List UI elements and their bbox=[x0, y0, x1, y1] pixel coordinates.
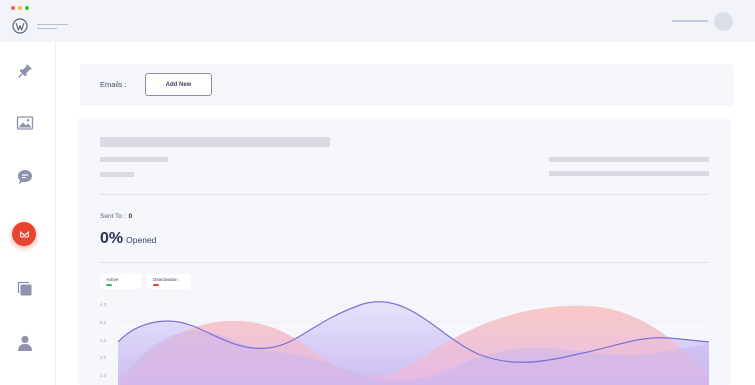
image-icon[interactable] bbox=[16, 114, 34, 132]
subtitle-placeholder bbox=[100, 157, 168, 162]
y-tick-label: 3.0 bbox=[100, 355, 107, 360]
opened-stat: 0% Opened bbox=[100, 230, 156, 248]
legend-deactivation-label: Deactivation bbox=[153, 277, 178, 282]
menu-toggle-icon[interactable] bbox=[37, 24, 68, 32]
window-close-button[interactable] bbox=[11, 6, 15, 10]
user-icon[interactable] bbox=[16, 334, 34, 352]
wordpress-logo-icon[interactable] bbox=[12, 18, 28, 34]
y-axis-ticks: 4.0 5.0 4.0 3.0 2.0 bbox=[100, 302, 107, 378]
legend-active-label: Active bbox=[106, 277, 119, 282]
mail-icon[interactable] bbox=[12, 222, 36, 246]
window-minimize-button[interactable] bbox=[18, 6, 22, 10]
email-details-card: Sent To :0 0% Opened Active Deactivation… bbox=[78, 118, 731, 385]
sidebar bbox=[0, 42, 56, 385]
y-tick-label: 2.0 bbox=[100, 373, 107, 378]
window-maximize-button[interactable] bbox=[25, 6, 29, 10]
pin-icon[interactable] bbox=[16, 62, 34, 80]
top-bar bbox=[0, 0, 755, 42]
divider bbox=[100, 262, 709, 263]
user-name-placeholder bbox=[672, 20, 708, 22]
right-line-placeholder bbox=[549, 171, 709, 176]
avatar[interactable] bbox=[714, 12, 733, 31]
emails-toolbar: Emails : Add New bbox=[80, 64, 734, 106]
add-new-button[interactable]: Add New bbox=[145, 73, 212, 96]
chart: 4.0 5.0 4.0 3.0 2.0 bbox=[100, 301, 710, 385]
y-tick-label: 5.0 bbox=[100, 320, 107, 325]
legend-deactivation-swatch bbox=[153, 284, 159, 286]
sent-to-value: 0 bbox=[128, 213, 133, 220]
comment-icon[interactable] bbox=[16, 168, 34, 186]
legend-deactivation[interactable]: Deactivation bbox=[147, 274, 191, 289]
meta-placeholder bbox=[100, 172, 134, 177]
y-tick-label: 4.0 bbox=[100, 338, 107, 343]
legend-active-swatch bbox=[106, 284, 112, 286]
window-controls bbox=[11, 6, 29, 10]
sent-to-label: Sent To : bbox=[100, 213, 126, 220]
emails-label: Emails : bbox=[100, 80, 127, 89]
opened-label: Opened bbox=[126, 235, 157, 245]
opened-percent: 0% bbox=[100, 230, 124, 247]
divider bbox=[100, 194, 709, 195]
y-tick-label: 4.0 bbox=[100, 302, 107, 307]
title-placeholder bbox=[100, 137, 330, 147]
sent-to: Sent To :0 bbox=[100, 213, 132, 220]
right-line-placeholder bbox=[549, 157, 709, 162]
pages-icon[interactable] bbox=[16, 280, 34, 298]
legend-active[interactable]: Active bbox=[100, 274, 141, 289]
